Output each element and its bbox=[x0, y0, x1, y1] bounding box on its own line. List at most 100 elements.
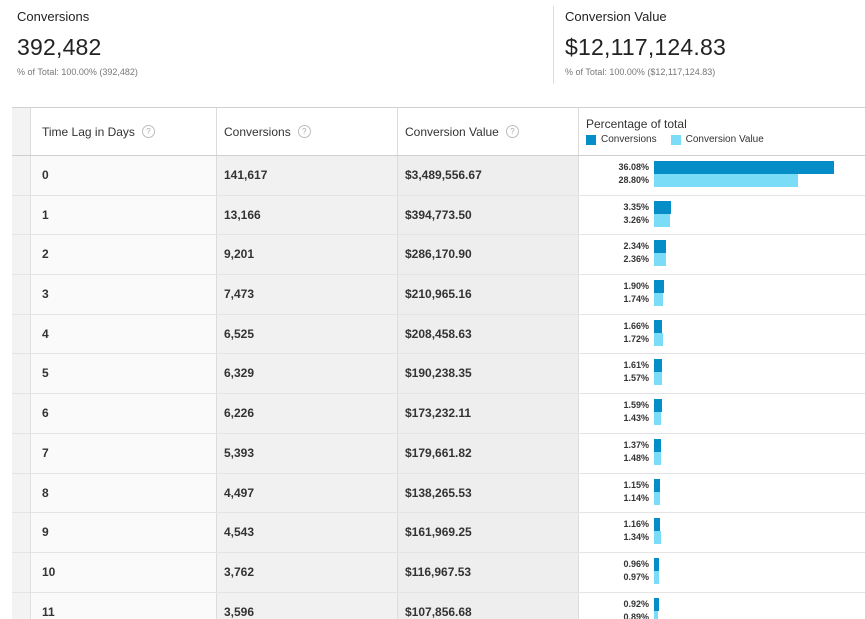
cell-conversions: 7,473 bbox=[224, 287, 255, 302]
row-gutter bbox=[12, 235, 31, 275]
cell-conversion-value: $286,170.90 bbox=[405, 247, 472, 262]
table-row[interactable]: 10 3,762 $116,967.53 0.96% 0.97% bbox=[12, 552, 865, 593]
pct-conversion-value-label: 1.43% bbox=[623, 413, 649, 424]
row-gutter bbox=[12, 195, 31, 235]
column-divider bbox=[397, 433, 398, 473]
table-row[interactable]: 1 13,166 $394,773.50 3.35% 3.26% bbox=[12, 195, 865, 236]
table-row[interactable]: 0 141,617 $3,489,556.67 36.08% 28.80% bbox=[12, 156, 865, 196]
column-divider bbox=[397, 552, 398, 592]
column-divider bbox=[397, 394, 398, 433]
pct-conversion-value-label: 1.48% bbox=[623, 452, 649, 463]
column-divider bbox=[397, 314, 398, 354]
cell-percentage-of-total: 1.15% 1.14% bbox=[578, 474, 865, 512]
column-divider bbox=[397, 592, 398, 619]
row-lag-bg bbox=[31, 156, 216, 195]
cell-conversions: 5,393 bbox=[224, 445, 255, 460]
pct-conversions-label: 2.34% bbox=[623, 241, 649, 252]
header-time-lag[interactable]: Time Lag in Days ? bbox=[42, 108, 155, 155]
percentage-legend: Conversions Conversion Value bbox=[586, 134, 778, 145]
column-divider bbox=[216, 513, 217, 552]
table-row[interactable]: 7 5,393 $179,661.82 1.37% 1.48% bbox=[12, 433, 865, 474]
conversion-value-metric[interactable]: Conversion Value $12,117,124.83 % of Tot… bbox=[553, 6, 865, 84]
conversions-metric-value: 392,482 bbox=[17, 34, 102, 60]
cell-time-lag: 3 bbox=[42, 287, 49, 302]
pct-conversions-label: 36.08% bbox=[618, 162, 649, 172]
row-gutter bbox=[12, 354, 31, 394]
pct-conversion-value-label: 1.74% bbox=[623, 294, 649, 305]
bar-conversions bbox=[654, 319, 663, 333]
row-lag-bg bbox=[31, 235, 216, 275]
percentage-labels: 1.61% 1.57% bbox=[578, 359, 649, 385]
pct-conversions-label: 1.90% bbox=[623, 281, 649, 292]
cell-percentage-of-total: 1.59% 1.43% bbox=[578, 394, 865, 432]
column-divider bbox=[216, 354, 217, 394]
conversion-value-metric-label: Conversion Value bbox=[565, 9, 667, 24]
column-divider bbox=[216, 314, 217, 354]
percentage-labels: 1.37% 1.48% bbox=[578, 439, 649, 465]
row-gutter bbox=[12, 473, 31, 513]
conversions-metric[interactable]: Conversions 392,482 % of Total: 100.00% … bbox=[17, 0, 537, 84]
row-lag-bg bbox=[31, 473, 216, 513]
cell-conversion-value: $3,489,556.67 bbox=[405, 168, 482, 182]
header-conversion-value[interactable]: Conversion Value ? bbox=[405, 108, 519, 155]
pct-conversion-value-label: 0.97% bbox=[623, 571, 649, 582]
bar-conversion-value bbox=[654, 174, 798, 187]
table-row[interactable]: 2 9,201 $286,170.90 2.34% 2.36% bbox=[12, 235, 865, 276]
table-row[interactable]: 9 4,543 $161,969.25 1.16% 1.34% bbox=[12, 513, 865, 553]
conversions-metric-total: % of Total: 100.00% (392,482) bbox=[17, 67, 138, 77]
row-gutter bbox=[12, 513, 31, 552]
legend-swatch-conversions bbox=[586, 134, 596, 145]
cell-conversions: 6,525 bbox=[224, 326, 255, 341]
legend-item-conversions: Conversions bbox=[586, 134, 657, 145]
pct-conversions-label: 1.15% bbox=[623, 479, 649, 490]
header-conversion-value-label: Conversion Value bbox=[405, 124, 499, 139]
column-divider bbox=[216, 235, 217, 275]
cell-percentage-of-total: 1.61% 1.57% bbox=[578, 354, 865, 392]
pct-conversions-label: 1.59% bbox=[623, 400, 649, 411]
bar-conversion-value bbox=[654, 213, 671, 227]
cell-percentage-of-total: 36.08% 28.80% bbox=[578, 156, 865, 194]
column-divider bbox=[397, 156, 398, 195]
column-divider bbox=[216, 552, 217, 592]
cell-time-lag: 0 bbox=[42, 168, 49, 182]
bar-conversions bbox=[654, 280, 664, 294]
table-row[interactable]: 6 6,226 $173,232.11 1.59% 1.43% bbox=[12, 394, 865, 434]
pct-conversion-value-label: 1.14% bbox=[623, 492, 649, 503]
pct-conversions-label: 1.37% bbox=[623, 439, 649, 450]
column-divider bbox=[216, 473, 217, 513]
percentage-labels: 1.66% 1.72% bbox=[578, 320, 649, 346]
time-lag-table: Time Lag in Days ? Conversions ? Convers… bbox=[12, 107, 865, 619]
cell-conversion-value: $190,238.35 bbox=[405, 366, 472, 381]
cell-percentage-of-total: 1.90% 1.74% bbox=[578, 275, 865, 313]
pct-conversions-label: 0.96% bbox=[623, 558, 649, 569]
bar-conversion-value bbox=[654, 531, 661, 545]
column-divider bbox=[397, 195, 398, 235]
cell-conversions: 4,497 bbox=[224, 485, 255, 500]
cell-percentage-of-total: 1.37% 1.48% bbox=[578, 434, 865, 472]
percentage-labels: 1.15% 1.14% bbox=[578, 479, 649, 505]
cell-percentage-of-total: 2.34% 2.36% bbox=[578, 235, 865, 273]
cell-conversion-value: $116,967.53 bbox=[405, 564, 472, 579]
table-row[interactable]: 5 6,329 $190,238.35 1.61% 1.57% bbox=[12, 354, 865, 395]
row-gutter bbox=[12, 433, 31, 473]
table-row[interactable]: 8 4,497 $138,265.53 1.15% 1.14% bbox=[12, 473, 865, 514]
table-header-row: Time Lag in Days ? Conversions ? Convers… bbox=[12, 108, 865, 156]
cell-time-lag: 9 bbox=[42, 525, 49, 540]
help-icon[interactable]: ? bbox=[505, 125, 519, 138]
help-icon[interactable]: ? bbox=[297, 125, 311, 138]
pct-conversion-value-label: 1.72% bbox=[623, 333, 649, 344]
header-conversions[interactable]: Conversions ? bbox=[224, 108, 311, 155]
row-lag-bg bbox=[31, 394, 216, 433]
help-icon[interactable]: ? bbox=[141, 125, 155, 138]
cell-percentage-of-total: 1.16% 1.34% bbox=[578, 513, 865, 551]
bar-conversions bbox=[654, 399, 662, 413]
pct-conversions-label: 3.35% bbox=[623, 201, 649, 212]
row-gutter bbox=[12, 275, 31, 314]
header-gutter bbox=[12, 108, 31, 155]
bar-conversion-value bbox=[654, 451, 662, 465]
table-row[interactable]: 11 3,596 $107,856.68 0.92% 0.89% bbox=[12, 592, 865, 619]
conversion-value-metric-total: % of Total: 100.00% ($12,117,124.83) bbox=[565, 67, 716, 77]
cell-conversions: 9,201 bbox=[224, 247, 255, 262]
table-row[interactable]: 3 7,473 $210,965.16 1.90% 1.74% bbox=[12, 275, 865, 315]
table-row[interactable]: 4 6,525 $208,458.63 1.66% 1.72% bbox=[12, 314, 865, 355]
